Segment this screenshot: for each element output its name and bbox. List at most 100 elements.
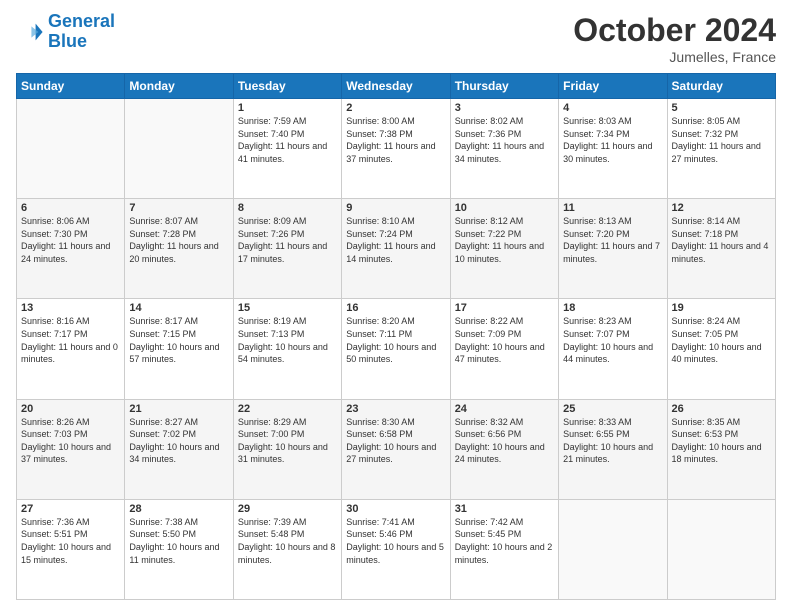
- day-info: Sunrise: 8:05 AM Sunset: 7:32 PM Dayligh…: [672, 115, 771, 165]
- weekday-header: Thursday: [450, 74, 558, 99]
- calendar-cell: 9 Sunrise: 8:10 AM Sunset: 7:24 PM Dayli…: [342, 199, 450, 299]
- day-number: 14: [129, 302, 228, 314]
- calendar-cell: 10 Sunrise: 8:12 AM Sunset: 7:22 PM Dayl…: [450, 199, 558, 299]
- logo-line1: General: [48, 11, 115, 31]
- day-number: 4: [563, 102, 662, 114]
- day-info: Sunrise: 7:41 AM Sunset: 5:46 PM Dayligh…: [346, 516, 445, 566]
- day-number: 12: [672, 202, 771, 214]
- day-info: Sunrise: 7:38 AM Sunset: 5:50 PM Dayligh…: [129, 516, 228, 566]
- day-info: Sunrise: 8:00 AM Sunset: 7:38 PM Dayligh…: [346, 115, 445, 165]
- day-info: Sunrise: 8:17 AM Sunset: 7:15 PM Dayligh…: [129, 315, 228, 365]
- calendar-cell: 31 Sunrise: 7:42 AM Sunset: 5:45 PM Dayl…: [450, 499, 558, 599]
- weekday-header: Saturday: [667, 74, 775, 99]
- calendar: SundayMondayTuesdayWednesdayThursdayFrid…: [16, 73, 776, 600]
- day-number: 27: [21, 503, 120, 515]
- day-info: Sunrise: 8:07 AM Sunset: 7:28 PM Dayligh…: [129, 215, 228, 265]
- day-number: 18: [563, 302, 662, 314]
- calendar-cell: 14 Sunrise: 8:17 AM Sunset: 7:15 PM Dayl…: [125, 299, 233, 399]
- calendar-cell: 27 Sunrise: 7:36 AM Sunset: 5:51 PM Dayl…: [17, 499, 125, 599]
- day-info: Sunrise: 8:35 AM Sunset: 6:53 PM Dayligh…: [672, 416, 771, 466]
- calendar-cell: 3 Sunrise: 8:02 AM Sunset: 7:36 PM Dayli…: [450, 99, 558, 199]
- day-number: 23: [346, 403, 445, 415]
- day-number: 2: [346, 102, 445, 114]
- calendar-cell: 12 Sunrise: 8:14 AM Sunset: 7:18 PM Dayl…: [667, 199, 775, 299]
- calendar-cell: 20 Sunrise: 8:26 AM Sunset: 7:03 PM Dayl…: [17, 399, 125, 499]
- day-number: 25: [563, 403, 662, 415]
- day-info: Sunrise: 7:36 AM Sunset: 5:51 PM Dayligh…: [21, 516, 120, 566]
- day-info: Sunrise: 8:27 AM Sunset: 7:02 PM Dayligh…: [129, 416, 228, 466]
- calendar-cell: 2 Sunrise: 8:00 AM Sunset: 7:38 PM Dayli…: [342, 99, 450, 199]
- day-number: 16: [346, 302, 445, 314]
- day-number: 21: [129, 403, 228, 415]
- calendar-cell: 4 Sunrise: 8:03 AM Sunset: 7:34 PM Dayli…: [559, 99, 667, 199]
- day-info: Sunrise: 8:33 AM Sunset: 6:55 PM Dayligh…: [563, 416, 662, 466]
- day-number: 9: [346, 202, 445, 214]
- day-number: 6: [21, 202, 120, 214]
- calendar-cell: 21 Sunrise: 8:27 AM Sunset: 7:02 PM Dayl…: [125, 399, 233, 499]
- logo-text: General Blue: [48, 12, 115, 52]
- day-number: 20: [21, 403, 120, 415]
- calendar-cell: 13 Sunrise: 8:16 AM Sunset: 7:17 PM Dayl…: [17, 299, 125, 399]
- calendar-cell: 1 Sunrise: 7:59 AM Sunset: 7:40 PM Dayli…: [233, 99, 341, 199]
- calendar-cell: 29 Sunrise: 7:39 AM Sunset: 5:48 PM Dayl…: [233, 499, 341, 599]
- day-info: Sunrise: 7:42 AM Sunset: 5:45 PM Dayligh…: [455, 516, 554, 566]
- logo-line2: Blue: [48, 31, 87, 51]
- day-number: 8: [238, 202, 337, 214]
- location: Jumelles, France: [573, 49, 776, 65]
- calendar-cell: [667, 499, 775, 599]
- calendar-week: 20 Sunrise: 8:26 AM Sunset: 7:03 PM Dayl…: [17, 399, 776, 499]
- calendar-cell: 26 Sunrise: 8:35 AM Sunset: 6:53 PM Dayl…: [667, 399, 775, 499]
- calendar-cell: 23 Sunrise: 8:30 AM Sunset: 6:58 PM Dayl…: [342, 399, 450, 499]
- calendar-cell: 18 Sunrise: 8:23 AM Sunset: 7:07 PM Dayl…: [559, 299, 667, 399]
- day-info: Sunrise: 8:09 AM Sunset: 7:26 PM Dayligh…: [238, 215, 337, 265]
- calendar-cell: 24 Sunrise: 8:32 AM Sunset: 6:56 PM Dayl…: [450, 399, 558, 499]
- calendar-cell: 22 Sunrise: 8:29 AM Sunset: 7:00 PM Dayl…: [233, 399, 341, 499]
- weekday-header: Friday: [559, 74, 667, 99]
- day-info: Sunrise: 8:20 AM Sunset: 7:11 PM Dayligh…: [346, 315, 445, 365]
- day-number: 3: [455, 102, 554, 114]
- calendar-cell: 28 Sunrise: 7:38 AM Sunset: 5:50 PM Dayl…: [125, 499, 233, 599]
- calendar-week: 13 Sunrise: 8:16 AM Sunset: 7:17 PM Dayl…: [17, 299, 776, 399]
- day-number: 11: [563, 202, 662, 214]
- day-info: Sunrise: 8:16 AM Sunset: 7:17 PM Dayligh…: [21, 315, 120, 365]
- header: General Blue October 2024 Jumelles, Fran…: [16, 12, 776, 65]
- day-info: Sunrise: 8:02 AM Sunset: 7:36 PM Dayligh…: [455, 115, 554, 165]
- day-info: Sunrise: 8:10 AM Sunset: 7:24 PM Dayligh…: [346, 215, 445, 265]
- day-number: 1: [238, 102, 337, 114]
- calendar-cell: 17 Sunrise: 8:22 AM Sunset: 7:09 PM Dayl…: [450, 299, 558, 399]
- calendar-body: 1 Sunrise: 7:59 AM Sunset: 7:40 PM Dayli…: [17, 99, 776, 600]
- calendar-cell: 6 Sunrise: 8:06 AM Sunset: 7:30 PM Dayli…: [17, 199, 125, 299]
- day-info: Sunrise: 8:19 AM Sunset: 7:13 PM Dayligh…: [238, 315, 337, 365]
- weekday-header: Sunday: [17, 74, 125, 99]
- calendar-cell: 25 Sunrise: 8:33 AM Sunset: 6:55 PM Dayl…: [559, 399, 667, 499]
- day-info: Sunrise: 8:23 AM Sunset: 7:07 PM Dayligh…: [563, 315, 662, 365]
- day-number: 13: [21, 302, 120, 314]
- day-number: 24: [455, 403, 554, 415]
- day-info: Sunrise: 8:12 AM Sunset: 7:22 PM Dayligh…: [455, 215, 554, 265]
- calendar-cell: 19 Sunrise: 8:24 AM Sunset: 7:05 PM Dayl…: [667, 299, 775, 399]
- day-info: Sunrise: 8:13 AM Sunset: 7:20 PM Dayligh…: [563, 215, 662, 265]
- day-number: 28: [129, 503, 228, 515]
- calendar-cell: [125, 99, 233, 199]
- day-number: 5: [672, 102, 771, 114]
- calendar-cell: 5 Sunrise: 8:05 AM Sunset: 7:32 PM Dayli…: [667, 99, 775, 199]
- day-info: Sunrise: 8:26 AM Sunset: 7:03 PM Dayligh…: [21, 416, 120, 466]
- day-info: Sunrise: 7:39 AM Sunset: 5:48 PM Dayligh…: [238, 516, 337, 566]
- day-info: Sunrise: 8:24 AM Sunset: 7:05 PM Dayligh…: [672, 315, 771, 365]
- day-number: 17: [455, 302, 554, 314]
- calendar-cell: 11 Sunrise: 8:13 AM Sunset: 7:20 PM Dayl…: [559, 199, 667, 299]
- day-number: 26: [672, 403, 771, 415]
- day-number: 31: [455, 503, 554, 515]
- weekday-header: Tuesday: [233, 74, 341, 99]
- logo: General Blue: [16, 12, 115, 52]
- weekday-header: Wednesday: [342, 74, 450, 99]
- logo-icon: [16, 18, 44, 46]
- calendar-week: 6 Sunrise: 8:06 AM Sunset: 7:30 PM Dayli…: [17, 199, 776, 299]
- day-number: 29: [238, 503, 337, 515]
- calendar-cell: 15 Sunrise: 8:19 AM Sunset: 7:13 PM Dayl…: [233, 299, 341, 399]
- weekday-header: Monday: [125, 74, 233, 99]
- day-info: Sunrise: 8:14 AM Sunset: 7:18 PM Dayligh…: [672, 215, 771, 265]
- calendar-cell: 16 Sunrise: 8:20 AM Sunset: 7:11 PM Dayl…: [342, 299, 450, 399]
- title-block: October 2024 Jumelles, France: [573, 12, 776, 65]
- day-info: Sunrise: 8:06 AM Sunset: 7:30 PM Dayligh…: [21, 215, 120, 265]
